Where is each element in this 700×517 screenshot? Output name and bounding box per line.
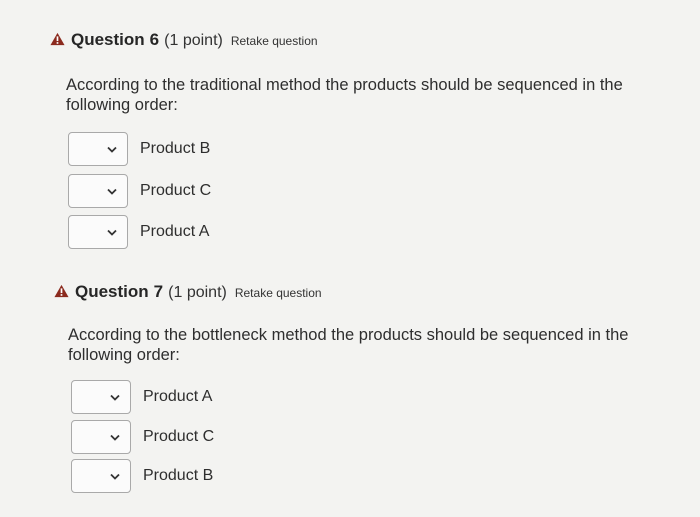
chevron-down-icon: [107, 188, 117, 195]
question-points: (1 point): [164, 32, 223, 49]
option-label: Product C: [143, 428, 215, 445]
question-header: Question 7 (1 point) Retake question: [54, 282, 322, 302]
answer-row-1: Product B: [68, 131, 210, 167]
question-number: 6: [149, 30, 160, 49]
question-number: 7: [153, 282, 164, 301]
order-select-2[interactable]: [71, 420, 131, 454]
retake-question-link[interactable]: Retake question: [235, 286, 322, 300]
order-select-3[interactable]: [68, 215, 128, 249]
question-text: According to the bottleneck method the p…: [68, 326, 629, 364]
chevron-down-icon: [107, 146, 117, 153]
warning-triangle-icon: [54, 284, 69, 298]
chevron-down-icon: [110, 394, 120, 401]
order-select-1[interactable]: [71, 380, 131, 414]
question-title: Question: [71, 30, 145, 49]
answer-row-3: Product B: [71, 458, 213, 494]
order-select-1[interactable]: [68, 132, 128, 166]
question-header: Question 6 (1 point) Retake question: [50, 30, 318, 50]
question-points: (1 point): [168, 284, 227, 301]
option-label: Product A: [143, 388, 213, 405]
chevron-down-icon: [110, 434, 120, 441]
option-label: Product A: [140, 223, 210, 240]
option-label: Product B: [140, 140, 211, 157]
answer-row-1: Product A: [71, 379, 212, 415]
chevron-down-icon: [107, 229, 117, 236]
answer-row-2: Product C: [71, 419, 214, 455]
question-text: According to the traditional method the …: [66, 76, 623, 114]
order-select-3[interactable]: [71, 459, 131, 493]
warning-triangle-icon: [50, 32, 65, 46]
option-label: Product B: [143, 467, 214, 484]
answer-row-2: Product C: [68, 173, 211, 209]
question-title: Question: [75, 282, 149, 301]
chevron-down-icon: [110, 473, 120, 480]
order-select-2[interactable]: [68, 174, 128, 208]
answer-row-3: Product A: [68, 214, 209, 250]
option-label: Product C: [140, 182, 212, 199]
retake-question-link[interactable]: Retake question: [231, 34, 318, 48]
